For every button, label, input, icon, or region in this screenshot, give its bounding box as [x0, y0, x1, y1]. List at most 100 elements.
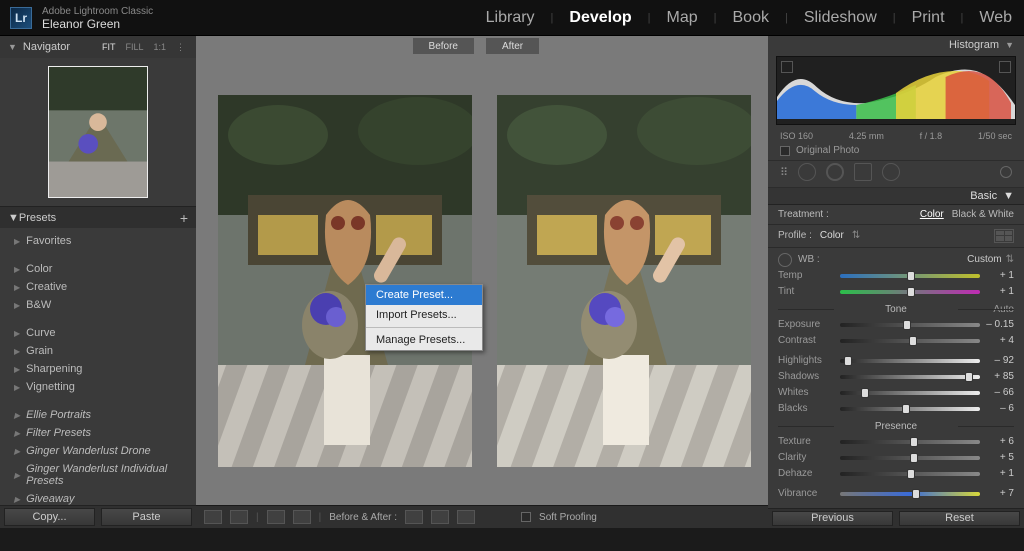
spot-tool-icon[interactable] [826, 163, 844, 181]
paste-button[interactable]: Paste [101, 508, 192, 526]
preset-group[interactable]: ▶Grain [0, 342, 196, 360]
treatment-bw[interactable]: Black & White [952, 209, 1014, 220]
slider-value[interactable]: + 1 [980, 468, 1014, 479]
wb-value[interactable]: Custom [967, 254, 1001, 265]
tab-develop[interactable]: Develop [567, 9, 633, 27]
chevron-down-icon: ▼ [8, 42, 17, 52]
exposure-slider[interactable] [840, 319, 980, 331]
histogram-header[interactable]: Histogram ▼ [768, 36, 1024, 54]
preset-group[interactable]: ▶Creative [0, 278, 196, 296]
clarity-slider[interactable] [840, 452, 980, 464]
slider-value[interactable]: + 1 [980, 270, 1014, 281]
menu-manage-presets[interactable]: Manage Presets... [366, 330, 482, 350]
ba-layout-icon[interactable] [267, 510, 285, 524]
previous-button[interactable]: Previous [772, 511, 893, 526]
highlights-slider[interactable] [840, 355, 980, 367]
dehaze-slider[interactable] [840, 468, 980, 480]
ba-swap-icon[interactable] [293, 510, 311, 524]
clipping-highlights-icon[interactable] [999, 61, 1011, 73]
zoom-fill[interactable]: FILL [122, 41, 146, 54]
after-label: After [486, 38, 539, 54]
slider-value[interactable]: + 85 [980, 371, 1014, 382]
chevron-updown-icon[interactable]: ⇅ [1006, 254, 1014, 265]
tool-dots-icon[interactable]: ⠿ [780, 166, 788, 179]
preset-group[interactable]: ▶Favorites [0, 232, 196, 250]
blacks-slider[interactable] [840, 403, 980, 415]
mask-tool-icon[interactable] [854, 163, 872, 181]
chevron-updown-icon[interactable]: ⇅ [852, 230, 860, 241]
preset-group[interactable]: ▶Ellie Portraits [0, 406, 196, 424]
slider-value[interactable]: – 0.15 [980, 319, 1014, 330]
navigator-preview[interactable] [0, 58, 196, 206]
add-preset-icon[interactable]: + [180, 210, 188, 226]
chevron-down-icon: ▼ [8, 212, 19, 224]
loupe-view-icon[interactable] [204, 510, 222, 524]
preset-label: Giveaway [26, 493, 74, 505]
tab-slideshow[interactable]: Slideshow [802, 9, 879, 27]
menu-import-presets[interactable]: Import Presets... [366, 305, 482, 325]
vibrance-slider[interactable] [840, 488, 980, 500]
reset-button[interactable]: Reset [899, 511, 1020, 526]
slider-value[interactable]: + 1 [980, 286, 1014, 297]
tab-book[interactable]: Book [731, 9, 771, 27]
right-footer: Previous Reset [768, 508, 1024, 528]
eyedropper-icon[interactable] [778, 253, 792, 267]
soft-proofing-checkbox[interactable] [521, 512, 531, 522]
zoom-menu-icon[interactable]: ⋮ [173, 41, 188, 54]
clipping-shadows-icon[interactable] [781, 61, 793, 73]
basic-body: WB : Custom ⇅ Temp+ 1 Tint+ 1 Tone Auto … [768, 248, 1024, 508]
ba-mode-3-icon[interactable] [457, 510, 475, 524]
preset-group[interactable]: ▶B&W [0, 296, 196, 314]
slider-value[interactable]: – 92 [980, 355, 1014, 366]
menu-create-preset[interactable]: Create Preset... [366, 285, 482, 305]
preset-group[interactable]: ▶Color [0, 260, 196, 278]
preset-group[interactable]: ▶Giveaway [0, 490, 196, 505]
profile-value[interactable]: Color [820, 230, 844, 241]
preset-group[interactable]: ▶Curve [0, 324, 196, 342]
copy-button[interactable]: Copy... [4, 508, 95, 526]
presets-header[interactable]: ▼ Presets + [0, 206, 196, 228]
slider-value[interactable]: + 7 [980, 488, 1014, 499]
preset-group[interactable]: ▶Ginger Wanderlust Individual Presets [0, 460, 196, 490]
profile-label: Profile : [778, 230, 812, 241]
zoom-fit[interactable]: FIT [99, 41, 119, 54]
canvas-area[interactable] [196, 56, 768, 505]
temp-slider[interactable] [840, 270, 980, 282]
slider-value[interactable]: + 4 [980, 335, 1014, 346]
before-photo [218, 95, 472, 467]
slider-value[interactable]: – 66 [980, 387, 1014, 398]
contrast-slider[interactable] [840, 335, 980, 347]
chevron-right-icon: ▶ [14, 265, 20, 274]
texture-slider[interactable] [840, 436, 980, 448]
tab-library[interactable]: Library [484, 9, 537, 27]
preset-group[interactable]: ▶Ginger Wanderlust Drone [0, 442, 196, 460]
tint-slider[interactable] [840, 286, 980, 298]
crop-tool-icon[interactable] [798, 163, 816, 181]
profile-browser-icon[interactable] [994, 229, 1014, 243]
original-photo-checkbox[interactable] [780, 146, 790, 156]
preset-group[interactable]: ▶Filter Presets [0, 424, 196, 442]
redeye-tool-icon[interactable] [882, 163, 900, 181]
navigator-header[interactable]: ▼ Navigator FIT FILL 1:1 ⋮ [0, 36, 196, 58]
chevron-right-icon: ▶ [14, 411, 20, 420]
preset-group[interactable]: ▶Vignetting [0, 378, 196, 396]
ba-mode-2-icon[interactable] [431, 510, 449, 524]
before-label: Before [413, 38, 474, 54]
slider-value[interactable]: + 5 [980, 452, 1014, 463]
histogram[interactable] [776, 56, 1016, 125]
treatment-color[interactable]: Color [920, 209, 944, 220]
basic-header[interactable]: Basic ▼ [768, 188, 1024, 205]
ba-mode-1-icon[interactable] [405, 510, 423, 524]
whites-slider[interactable] [840, 387, 980, 399]
slider-value[interactable]: – 6 [980, 403, 1014, 414]
tab-web[interactable]: Web [977, 9, 1014, 27]
shadows-slider[interactable] [840, 371, 980, 383]
auto-button[interactable]: Auto [993, 304, 1014, 315]
tab-print[interactable]: Print [910, 9, 947, 27]
tool-toggle-icon[interactable] [1000, 166, 1012, 178]
preset-group[interactable]: ▶Sharpening [0, 360, 196, 378]
zoom-1to1[interactable]: 1:1 [150, 41, 169, 54]
tab-map[interactable]: Map [665, 9, 700, 27]
slider-value[interactable]: + 6 [980, 436, 1014, 447]
compare-view-icon[interactable] [230, 510, 248, 524]
